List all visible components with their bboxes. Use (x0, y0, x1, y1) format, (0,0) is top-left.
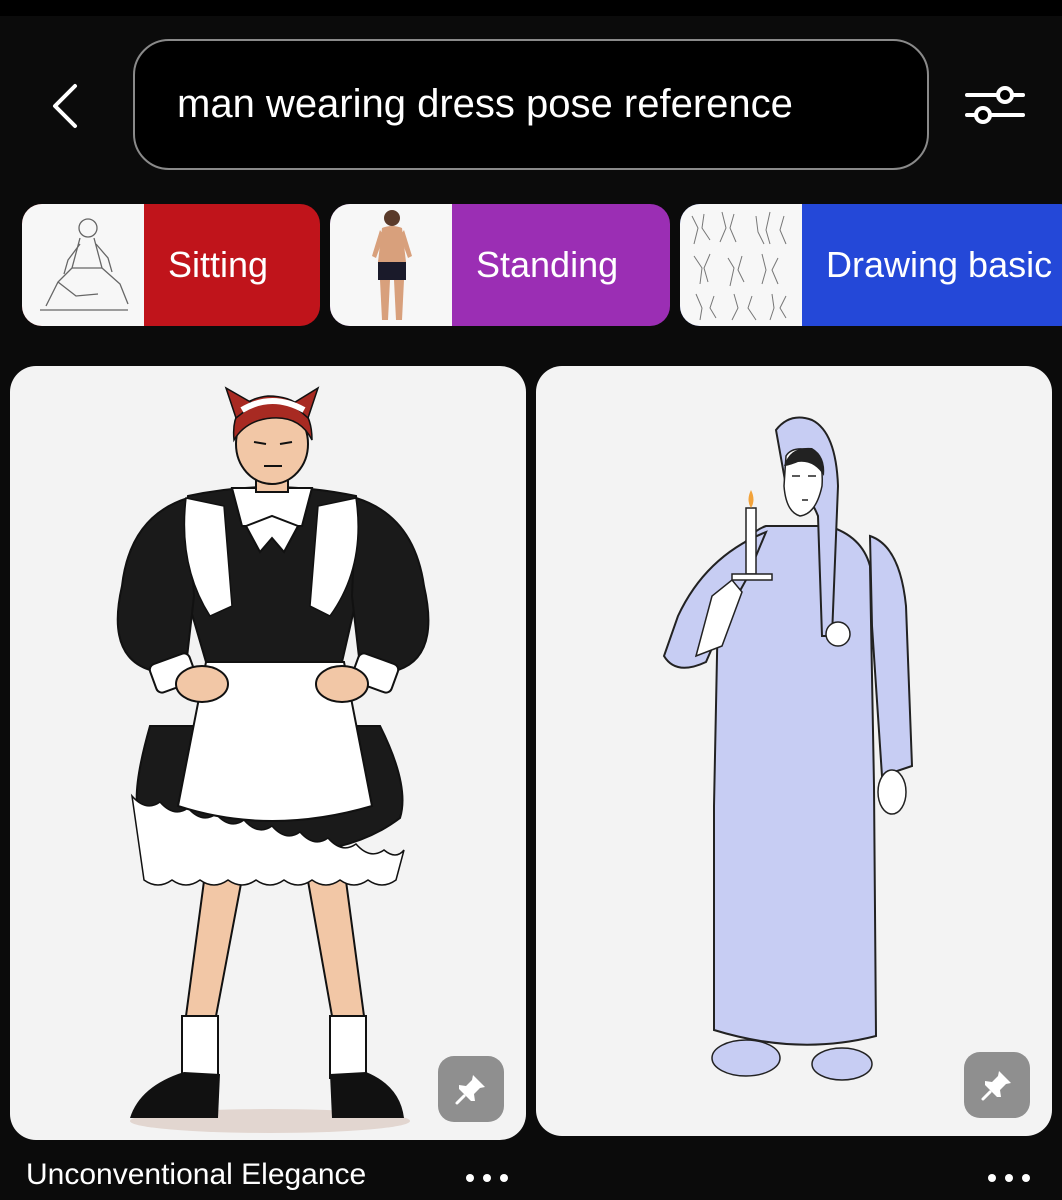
chip-thumbnail (680, 204, 802, 326)
search-bar[interactable] (133, 39, 929, 170)
pin-grid (0, 364, 1062, 1200)
pin-icon (455, 1075, 485, 1105)
save-pin-button[interactable] (964, 1052, 1030, 1118)
chip-label: Sitting (168, 244, 269, 285)
search-input[interactable] (177, 82, 897, 127)
more-horizontal-icon (466, 1174, 474, 1182)
chip-thumbnail (330, 204, 452, 326)
more-options-button[interactable] (988, 1166, 1030, 1190)
save-pin-button[interactable] (438, 1056, 504, 1122)
pin-title[interactable]: Unconventional Elegance (26, 1158, 366, 1192)
back-button[interactable] (40, 78, 88, 134)
more-horizontal-icon (1005, 1174, 1013, 1182)
search-header (0, 16, 1062, 196)
pin-card-maid[interactable] (10, 366, 526, 1140)
pin-image (116, 386, 430, 1133)
more-horizontal-icon (988, 1174, 996, 1182)
chip-label: Standing (476, 244, 619, 285)
pin-icon (981, 1071, 1011, 1101)
chip-label: Drawing basic (826, 244, 1053, 285)
more-horizontal-icon (483, 1174, 491, 1182)
chip-thumbnail (22, 204, 144, 326)
more-horizontal-icon (500, 1174, 508, 1182)
status-bar (0, 0, 1062, 16)
pin-card-nightgown[interactable] (536, 366, 1052, 1136)
suggestion-chips: Sitting Standing Drawing basic (0, 204, 1062, 328)
sliders-icon (965, 86, 1025, 124)
pin-image (662, 416, 914, 1081)
chevron-left-icon (53, 84, 77, 128)
more-horizontal-icon (1022, 1174, 1030, 1182)
chip-sitting[interactable]: Sitting (22, 204, 320, 326)
chip-standing[interactable]: Standing (330, 204, 670, 326)
more-options-button[interactable] (466, 1166, 508, 1190)
chip-drawing-basic[interactable]: Drawing basic (680, 204, 1062, 326)
filter-button[interactable] (960, 70, 1030, 140)
